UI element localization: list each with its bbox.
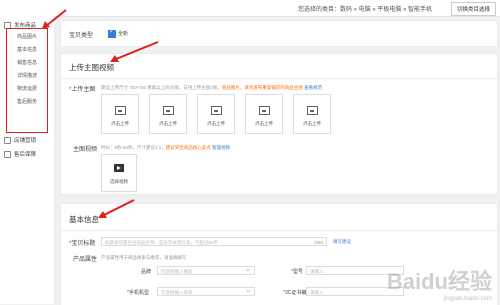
upload-panel: 上传主图视频 *上传主图 建议上传尺寸 750*750 像素以上的大图，支持上传… <box>60 53 498 195</box>
select-video-box[interactable]: 选择视频 <box>101 154 137 192</box>
sidebar-item-guarantee[interactable]: 售后保障 <box>4 150 36 159</box>
watermark-logo: Baidu经验 <box>386 269 492 294</box>
upload-box-1[interactable]: 点击上传 <box>101 94 139 134</box>
arrow-annotation-basic <box>98 199 135 218</box>
image-icon <box>307 106 318 115</box>
video-hint: 时长：9秒-60秒，尺寸建议1:1，建议突出商品核心卖点 管理视频 <box>101 145 231 150</box>
sidebar-item-marketing[interactable]: 店铺营销 <box>4 136 36 145</box>
image-icon <box>115 106 126 115</box>
basic-section-title: 基本信息 <box>69 215 99 224</box>
new-option-label: 全新 <box>118 31 129 37</box>
product-type-label: 宝贝类型 <box>69 33 94 39</box>
brand-select[interactable]: 可直接输入搜索 <box>157 266 255 275</box>
image-icon <box>259 106 270 115</box>
category-path: 您选择的类目：数码 » 电脑 » 平板电脑 » 智能手机 <box>297 7 432 13</box>
upload-box-3[interactable]: 点击上传 <box>197 94 235 134</box>
fill-tips-link[interactable]: 填写建议 <box>333 239 351 244</box>
arrow-annotation-sidebar <box>42 9 67 29</box>
model-label: *型号 <box>291 269 303 275</box>
brand-label: 品牌 <box>141 269 152 275</box>
play-icon <box>114 164 124 172</box>
view-spec-link[interactable]: 查看规范 <box>304 85 322 90</box>
attr-hint: 产品属性用于商品搜索与推荐，请准确填写 <box>101 255 187 260</box>
phone-model-label: *手机机型 <box>127 290 149 296</box>
new-checkbox[interactable] <box>108 28 116 38</box>
title-input[interactable]: 标题请尽量包含商品名称、型号等关键信息，不超过60字 0/60 <box>101 237 327 246</box>
title-field-label: *宝贝标题 <box>69 241 96 247</box>
arrow-annotation-upload <box>110 41 159 62</box>
main-image-hint: 建议上传尺寸 750*750 像素以上的大图，支持上传主图3张，商品图片，请勿发… <box>101 85 323 90</box>
shield-icon <box>4 151 11 159</box>
attr-label: 产品属性 <box>73 257 98 263</box>
highlight-box <box>6 28 48 133</box>
upload-box-4[interactable]: 点击上传 <box>245 94 283 134</box>
image-icon <box>163 106 174 115</box>
store-icon <box>4 137 11 145</box>
main-image-label: *上传主图 <box>69 87 96 93</box>
video-label: 主图视频 <box>73 147 98 153</box>
top-bar: 您选择的类目：数码 » 电脑 » 平板电脑 » 智能手机 切换类目选择 <box>0 0 500 17</box>
upload-box-2[interactable]: 点击上传 <box>149 94 187 134</box>
image-icon <box>211 106 222 115</box>
manage-video-link[interactable]: 管理视频 <box>212 145 230 150</box>
phone-model-select[interactable]: 可直接输入搜索 <box>157 287 255 296</box>
switch-category-button[interactable]: 切换类目选择 <box>450 2 496 16</box>
title-counter: 0/60 <box>314 240 323 245</box>
upload-box-5[interactable]: 点击上传 <box>293 94 331 134</box>
watermark-url: jingyan.baidu.com <box>443 296 492 302</box>
